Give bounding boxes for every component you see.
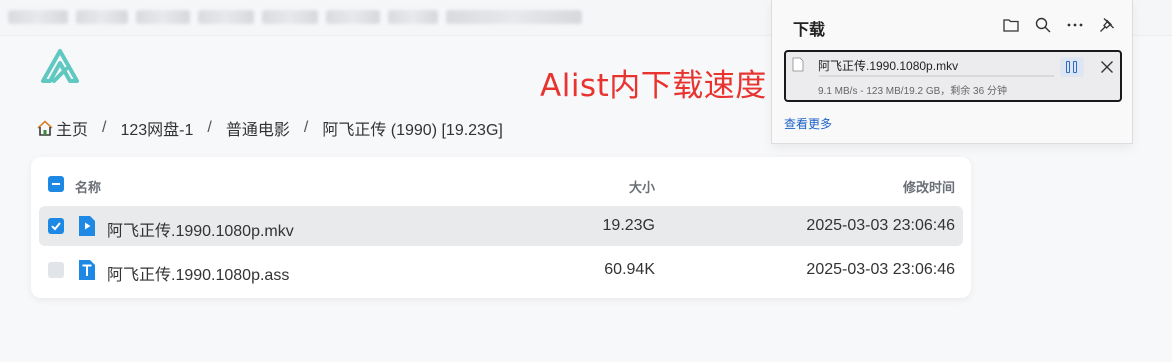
download-progress-bar [818, 75, 1054, 77]
download-progress-fill [818, 75, 820, 77]
blurred-tab[interactable] [8, 10, 68, 24]
alist-logo[interactable] [38, 48, 82, 86]
blurred-tab[interactable] [326, 10, 380, 24]
blurred-tab[interactable] [198, 10, 254, 24]
pause-button[interactable] [1060, 57, 1084, 77]
close-icon[interactable] [1097, 57, 1117, 77]
folder-icon[interactable] [1002, 16, 1020, 34]
file-name[interactable]: 阿飞正传.1990.1080p.ass [107, 261, 289, 285]
pin-icon[interactable] [1098, 16, 1116, 34]
pause-icon-bar [1066, 61, 1070, 73]
breadcrumb-separator: / [303, 119, 309, 136]
select-all-checkbox[interactable] [48, 176, 64, 192]
row-checkbox[interactable] [48, 218, 64, 234]
download-item[interactable]: 阿飞正传.1990.1080p.mkv 9.1 MB/s - 123 MB/19… [784, 50, 1122, 102]
header-size[interactable]: 大小 [629, 177, 655, 196]
document-icon [792, 57, 804, 72]
file-size: 60.94K [604, 261, 655, 278]
row-checkbox[interactable] [48, 262, 64, 278]
file-row[interactable]: 阿飞正传.1990.1080p.mkv 19.23G 2025-03-03 23… [39, 206, 963, 246]
blurred-tab[interactable] [388, 10, 438, 24]
annotation-text: Alist内下载速度 [540, 68, 767, 104]
file-name[interactable]: 阿飞正传.1990.1080p.mkv [107, 217, 294, 241]
file-size: 19.23G [602, 217, 655, 234]
breadcrumb-separator: / [102, 119, 107, 136]
header-name[interactable]: 名称 [75, 177, 101, 196]
breadcrumb-storage[interactable]: 123网盘-1 [120, 116, 193, 140]
file-list: 名称 大小 修改时间 阿飞正传.1990.1080p.mkv 19.23G 20… [31, 157, 971, 298]
home-icon [37, 120, 53, 136]
breadcrumb: 主页 / 123网盘-1 / 普通电影 / 阿飞正传 (1990) [19.23… [36, 116, 503, 140]
check-icon [51, 222, 61, 231]
breadcrumb-current[interactable]: 阿飞正传 (1990) [19.23G] [322, 116, 503, 140]
see-more-link[interactable]: 查看更多 [784, 115, 832, 132]
breadcrumb-folder[interactable]: 普通电影 [226, 116, 290, 140]
breadcrumb-home[interactable]: 主页 [56, 116, 88, 140]
header-modified[interactable]: 修改时间 [903, 177, 955, 196]
file-row[interactable]: 阿飞正传.1990.1080p.ass 60.94K 2025-03-03 23… [39, 250, 963, 290]
text-file-icon [79, 260, 95, 280]
file-modified: 2025-03-03 23:06:46 [806, 261, 955, 278]
search-icon[interactable] [1034, 16, 1052, 34]
blurred-tab[interactable] [136, 10, 190, 24]
blurred-tab[interactable] [76, 10, 128, 24]
breadcrumb-separator: / [207, 119, 212, 136]
downloads-title: 下载 [793, 22, 826, 39]
blurred-tab[interactable] [446, 10, 582, 24]
download-status: 9.1 MB/s - 123 MB/19.2 GB，剩余 36 分钟 [818, 86, 1007, 97]
file-list-header: 名称 大小 修改时间 [31, 157, 971, 211]
file-modified: 2025-03-03 23:06:46 [806, 217, 955, 234]
pause-icon-bar [1073, 61, 1077, 73]
blurred-tab[interactable] [262, 10, 318, 24]
download-filename[interactable]: 阿飞正传.1990.1080p.mkv [818, 57, 958, 74]
video-file-icon [79, 216, 95, 236]
downloads-panel: 下载 阿飞正传.1990.1080p.mkv 9.1 MB/s - 123 MB… [771, 0, 1133, 144]
more-options-icon[interactable] [1066, 16, 1084, 34]
